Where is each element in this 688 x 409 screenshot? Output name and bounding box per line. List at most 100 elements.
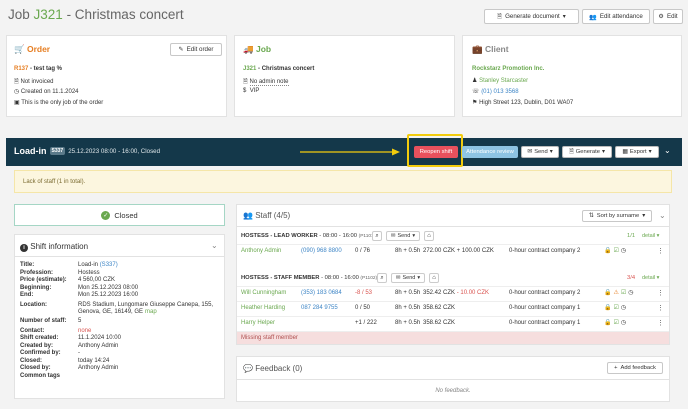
staff-name[interactable]: Heather Harding	[241, 305, 285, 311]
search-icon[interactable]: ⌕	[377, 273, 387, 283]
shift-info-value: Mon 25.12.2023 16:00	[78, 292, 138, 298]
staff-name[interactable]: Harry Helper	[241, 320, 275, 326]
client-phone[interactable]: ☏ (01) 013 3568	[472, 88, 519, 95]
attendance-review-button[interactable]: Attendance review	[462, 146, 518, 158]
shift-info-label: Closed by:	[20, 365, 51, 372]
staff-phone[interactable]: 087 284 9755	[301, 305, 338, 311]
send-button[interactable]: ✉ Send ▾	[391, 273, 425, 283]
feedback-heading-label: Feedback (0)	[255, 364, 303, 373]
missing-staff-row: Missing staff member	[237, 331, 669, 344]
send-label: Send	[402, 275, 416, 281]
detail-link[interactable]: detail ▾	[642, 233, 659, 239]
sort-icon: ⇅	[588, 213, 594, 219]
send-button[interactable]: ✉ Send ▾	[386, 231, 420, 241]
staff-row[interactable]: Harry Helper +1 / 222 8h + 0.5h 358.62 CZK 0…	[237, 316, 669, 329]
staff-status-icons: 🔒 ⚠ ☑ ◷	[604, 289, 634, 296]
info-square-icon: ▣	[14, 100, 20, 106]
edit-attendance-button[interactable]: 👥 Edit attendance	[582, 9, 650, 24]
staff-hours: 8h + 0.5h	[395, 320, 421, 326]
order-card: 🛒 Order ✎ Edit order R137 - test tag % 🗎…	[6, 35, 227, 117]
staff-row[interactable]: Anthony Admin (090) 968 8800 0 / 76 8h + 0.…	[237, 244, 669, 257]
staff-contract: 0-hour contract company 2	[509, 290, 581, 296]
export-button[interactable]: ▦ Export ▾	[615, 146, 659, 158]
generate-label: Generate	[575, 149, 600, 155]
briefcase-icon: 💼	[472, 44, 483, 54]
generate-document-button[interactable]: 🗎 Generate document ▾	[484, 9, 579, 24]
map-marker-icon: ⚑	[472, 100, 478, 106]
staff-row[interactable]: Heather Harding 087 284 9755 0 / 50 8h + 0.…	[237, 301, 669, 314]
shift-info-value-text: -	[78, 350, 80, 357]
row-menu-icon[interactable]: ⋮	[657, 247, 664, 255]
user-icon: ♟	[472, 78, 478, 84]
job-name: - Christmas concert	[256, 66, 315, 72]
search-icon[interactable]: ⌕	[372, 231, 382, 241]
shift-info-value: Anthony Admin	[78, 365, 118, 371]
job-code-link[interactable]: J321	[243, 66, 256, 72]
staff-row[interactable]: Will Cunningham (353) 183 0684 -8 / 53 8h +…	[237, 286, 669, 299]
staff-phone[interactable]: (090) 968 8800	[301, 248, 342, 254]
detail-link[interactable]: detail ▾	[642, 275, 659, 281]
edit-order-button[interactable]: ✎ Edit order	[170, 43, 222, 56]
staff-name[interactable]: Will Cunningham	[241, 290, 286, 296]
shift-info-panel: i Shift information ⌄ Title: Load-in (S33…	[14, 234, 225, 399]
edit-attendance-label: Edit attendance	[599, 13, 643, 20]
shift-info-collapse-icon[interactable]: ⌄	[211, 241, 218, 250]
order-heading: 🛒 Order	[14, 44, 50, 55]
order-code-link[interactable]: R137	[14, 66, 28, 72]
staff-phone[interactable]: (353) 183 0684	[301, 290, 342, 296]
edit-button[interactable]: ⚙ Edit	[653, 9, 683, 24]
sort-label: Sort by surname	[596, 213, 640, 219]
staff-shifts: 0 / 76	[355, 248, 371, 254]
check-square-icon: ☑	[613, 320, 619, 326]
shift-info-label: Title:	[20, 262, 35, 268]
staff-collapse-icon[interactable]: ⌄	[659, 211, 666, 220]
alert-text: Lack of staff (1 in total).	[23, 179, 86, 185]
reopen-shift-button[interactable]: Reopen shift	[414, 146, 458, 158]
chevron-down-icon: ▾	[655, 275, 660, 281]
client-company-link[interactable]: Rockstarz Promotion Inc.	[472, 66, 544, 72]
job-number-link[interactable]: J321	[34, 7, 63, 22]
shift-code-link[interactable]: (S337)	[100, 262, 118, 268]
pencil-icon: ✎	[178, 46, 184, 53]
row-menu-icon[interactable]: ⋮	[657, 304, 664, 312]
lock-icon: 🔒	[604, 320, 612, 326]
location-line2-text: Genova, GE, 16149, GE	[78, 308, 144, 315]
add-feedback-button[interactable]: + Add feedback	[607, 362, 663, 374]
map-link[interactable]: map	[145, 309, 157, 315]
generate-button[interactable]: 🗎 Generate ▾	[562, 146, 612, 158]
position-time: - 08:00 - 16:00	[319, 275, 361, 281]
shift-info-label: Number of staff:	[20, 318, 67, 325]
job-card: 🚚 Job J321 - Christmas concert 🗎 No admi…	[234, 35, 455, 117]
shift-info-label: Shift created:	[20, 335, 59, 342]
tag-icon[interactable]: ⌂	[429, 273, 439, 283]
position-count: 3/4	[627, 275, 636, 281]
collapse-chevron-icon[interactable]: ⌄	[664, 146, 671, 155]
missing-staff-text: Missing staff member	[241, 335, 298, 341]
shift-info-value-text: Mon 25.12.2023 08:00	[78, 284, 139, 291]
tag-icon[interactable]: ⌂	[424, 231, 434, 241]
shift-info-label: Confirmed by:	[20, 350, 61, 357]
shift-info-value-text: 11.1.2024 10:00	[78, 335, 121, 342]
row-menu-icon[interactable]: ⋮	[657, 319, 664, 327]
staff-heading-label: Staff (4/5)	[255, 211, 291, 220]
shift-info-divider	[15, 256, 224, 257]
chevron-down-icon: ▾	[417, 275, 421, 281]
order-only-job: ▣ This is the only job of the order	[14, 99, 103, 106]
row-menu-icon[interactable]: ⋮	[657, 289, 664, 297]
shift-info-value-text: 5	[78, 318, 82, 325]
send-button[interactable]: ✉ Send ▾	[521, 146, 559, 158]
job-admin-note[interactable]: 🗎 No admin note	[243, 77, 289, 87]
check-square-icon: ☑	[620, 290, 627, 296]
staff-name[interactable]: Anthony Admin	[241, 248, 281, 254]
staff-contract: 0-hour contract company 1	[509, 320, 581, 326]
staff-money-value: 358.62 CZK	[423, 305, 456, 311]
client-heading: 💼 Client	[472, 44, 509, 55]
staff-money: 352.42 CZK - 10.00 CZK	[423, 290, 489, 296]
sort-by-surname-select[interactable]: ⇅ Sort by surname ▾	[582, 210, 652, 222]
staff-status-icons: 🔒 ☑ ◷	[604, 319, 626, 326]
plus-icon: +	[614, 365, 618, 371]
lock-icon: 🔒	[604, 290, 612, 296]
shift-info-heading: i Shift information	[20, 242, 88, 252]
lock-icon: 🔒	[604, 248, 612, 254]
client-contact[interactable]: ♟ Stanley Starcaster	[472, 77, 528, 84]
